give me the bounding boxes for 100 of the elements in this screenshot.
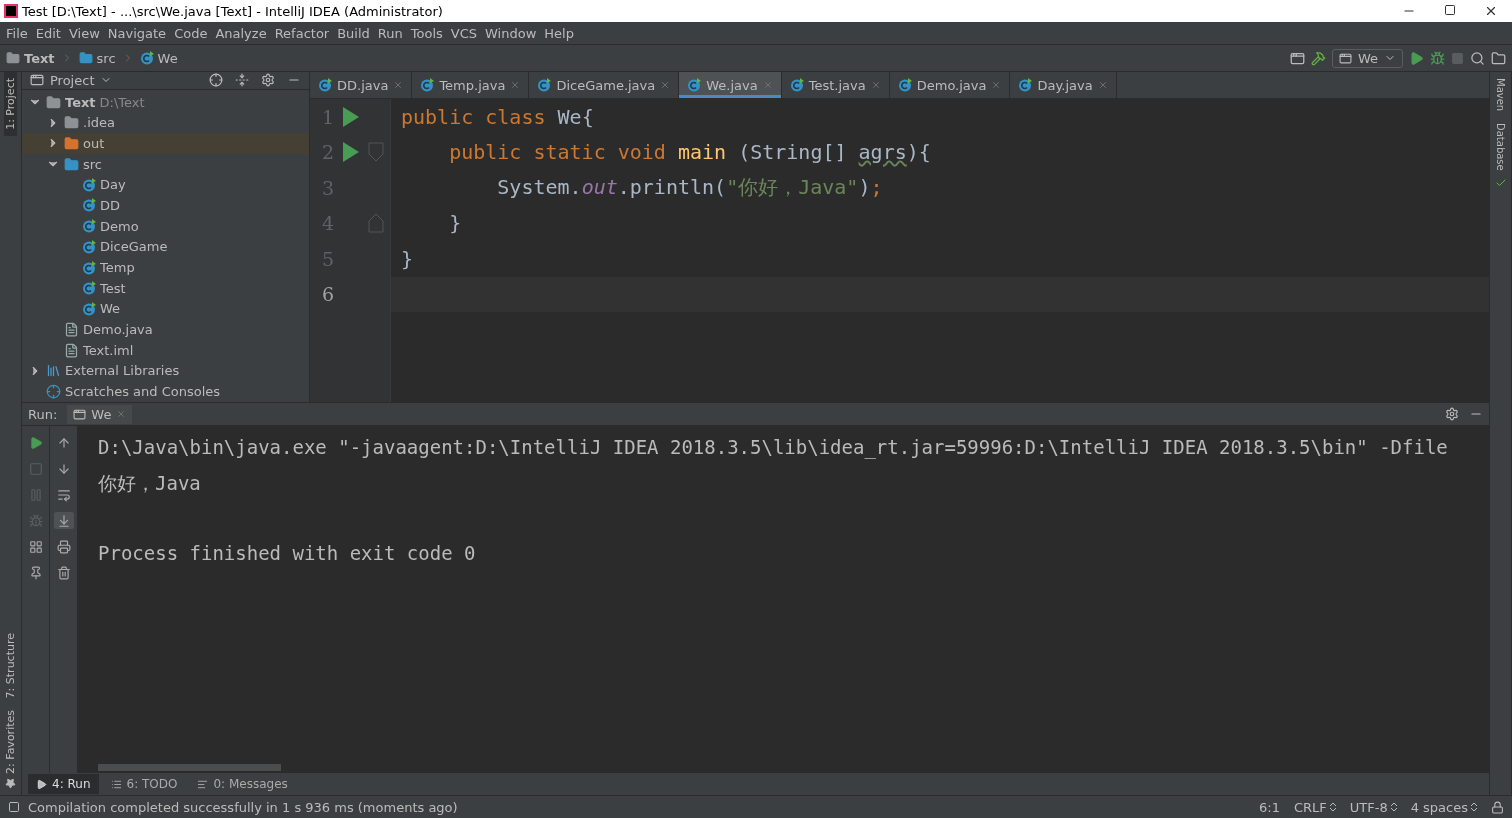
editor-tab[interactable]: Test.java: [781, 72, 890, 98]
menu-item[interactable]: Edit: [33, 25, 67, 41]
window-icon: [73, 407, 87, 421]
editor-tab[interactable]: We.java: [679, 72, 782, 98]
menu-item[interactable]: View: [66, 25, 106, 41]
horizontal-scrollbar[interactable]: [98, 764, 281, 771]
tree-item[interactable]: out: [22, 133, 309, 154]
menu-item[interactable]: VCS: [448, 25, 484, 41]
settings-icon[interactable]: [1445, 407, 1459, 421]
locate-icon[interactable]: [209, 73, 223, 88]
tree-item-label: DD: [100, 197, 121, 213]
tree-item[interactable]: src: [22, 153, 309, 175]
run-icon[interactable]: [1409, 50, 1424, 66]
tree-item-label: We: [100, 301, 121, 317]
tree-item[interactable]: DD: [22, 195, 309, 216]
menu-item[interactable]: File: [4, 25, 34, 41]
class-icon: [1018, 78, 1033, 92]
tree-item[interactable]: Demo: [22, 215, 309, 237]
maximize-icon[interactable]: [1444, 4, 1456, 16]
class-icon: [537, 78, 552, 92]
tool-window-tab[interactable]: Maven: [1495, 72, 1506, 118]
editor-tab[interactable]: DD.java: [310, 72, 413, 98]
settings-icon[interactable]: [261, 73, 275, 88]
file-icon: [64, 322, 79, 338]
run-marker-icon[interactable]: [343, 142, 359, 163]
project-view-dropdown[interactable]: Project: [30, 72, 197, 88]
menu-item[interactable]: Refactor: [272, 25, 336, 41]
lock-icon[interactable]: [1491, 800, 1504, 814]
editor-tab[interactable]: Temp.java: [412, 72, 530, 98]
tree-item-label: Scratches and Consoles: [65, 384, 221, 400]
tree-item[interactable]: DiceGame: [22, 236, 309, 258]
breadcrumb[interactable]: src: [78, 50, 116, 66]
tool-window-tab[interactable]: 7: Structure: [4, 626, 17, 705]
menu-item[interactable]: Window: [483, 25, 543, 41]
tool-window-tab[interactable]: 1: Project: [4, 72, 17, 136]
run-label: Run:: [28, 406, 58, 422]
scroll-end-icon[interactable]: [53, 512, 74, 529]
tool-window-tab[interactable]: 2: Favorites: [4, 704, 17, 795]
tool-window-tab[interactable]: 4: Run: [28, 774, 99, 794]
code-line: public class We{: [401, 104, 594, 129]
console-output: 你好，Java: [98, 470, 202, 496]
class-icon: [687, 78, 702, 92]
class-icon: [789, 78, 804, 92]
folder-icon: [78, 51, 93, 65]
menu-item[interactable]: Tools: [408, 25, 449, 41]
menu-item[interactable]: Build: [335, 25, 376, 41]
console-output: Process finished with exit code 0: [98, 541, 477, 566]
tree-item-label: Demo.java: [83, 322, 153, 338]
run-marker-icon[interactable]: [343, 106, 359, 127]
run-configuration-dropdown[interactable]: We: [1331, 48, 1403, 68]
collapse-icon[interactable]: [235, 73, 249, 88]
tree-item[interactable]: .idea: [22, 112, 309, 134]
run-tab[interactable]: We: [67, 404, 133, 424]
class-icon: [82, 239, 96, 254]
breadcrumb[interactable]: We: [139, 50, 178, 66]
class-icon: [82, 260, 96, 275]
class-icon: [82, 177, 96, 192]
window-title: Test [D:\Text] - ...\src\We.java [Text] - IntelliJ IDEA (Administrator): [22, 3, 444, 19]
editor-tab[interactable]: Demo.java: [889, 72, 1011, 98]
window-icon[interactable]: [1289, 50, 1305, 66]
tree-item[interactable]: Text D:\Text: [22, 91, 309, 113]
build-icon[interactable]: [1310, 50, 1326, 66]
code-line: System.out.println("你好，Java");: [496, 174, 883, 202]
folder-icon: [64, 156, 79, 172]
tool-window-tab[interactable]: Database: [1495, 117, 1506, 177]
folder-icon: [64, 115, 79, 131]
status-item[interactable]: 6:1: [1259, 799, 1280, 815]
tree-item[interactable]: We: [22, 298, 309, 320]
tree-item-label: src: [83, 156, 102, 172]
folder-icon: [6, 51, 20, 65]
breadcrumb[interactable]: Text: [6, 50, 55, 66]
tree-item[interactable]: Text.iml: [22, 339, 309, 361]
status-item[interactable]: UTF-8: [1349, 799, 1397, 815]
tool-window-tab[interactable]: 0: Messages: [189, 774, 296, 794]
class-icon: [82, 198, 96, 213]
search-icon[interactable]: [1470, 50, 1485, 66]
up-down-arrow-icon: [1471, 802, 1477, 812]
status-item[interactable]: 4 spaces: [1410, 799, 1477, 815]
messages-icon: [197, 778, 209, 790]
menu-item[interactable]: Run: [375, 25, 409, 41]
menu-item[interactable]: Code: [172, 25, 214, 41]
tree-item[interactable]: Day: [22, 174, 309, 196]
status-message: Compilation completed successfully in 1 s 936 ms (moments ago): [28, 799, 458, 815]
class-icon: [897, 78, 912, 92]
close-icon[interactable]: [1484, 4, 1498, 18]
library-icon: [46, 363, 61, 379]
editor-tab[interactable]: Day.java: [1010, 72, 1117, 98]
tree-item-label: .idea: [83, 115, 115, 131]
tree-item[interactable]: Test: [22, 277, 309, 299]
menu-item[interactable]: Navigate: [105, 25, 173, 41]
tree-item[interactable]: External Libraries: [22, 360, 309, 382]
tree-item[interactable]: Temp: [22, 257, 309, 278]
up-down-arrow-icon: [1329, 802, 1336, 812]
tree-item[interactable]: Scratches and Consoles: [22, 381, 309, 402]
debug-icon[interactable]: [1430, 50, 1445, 66]
tool-window-tab[interactable]: 6: TODO: [102, 774, 186, 794]
menu-item[interactable]: Help: [542, 25, 580, 41]
tree-item[interactable]: Demo.java: [22, 319, 309, 340]
menu-item[interactable]: Analyze: [213, 25, 273, 41]
status-item[interactable]: CRLF: [1293, 799, 1336, 815]
